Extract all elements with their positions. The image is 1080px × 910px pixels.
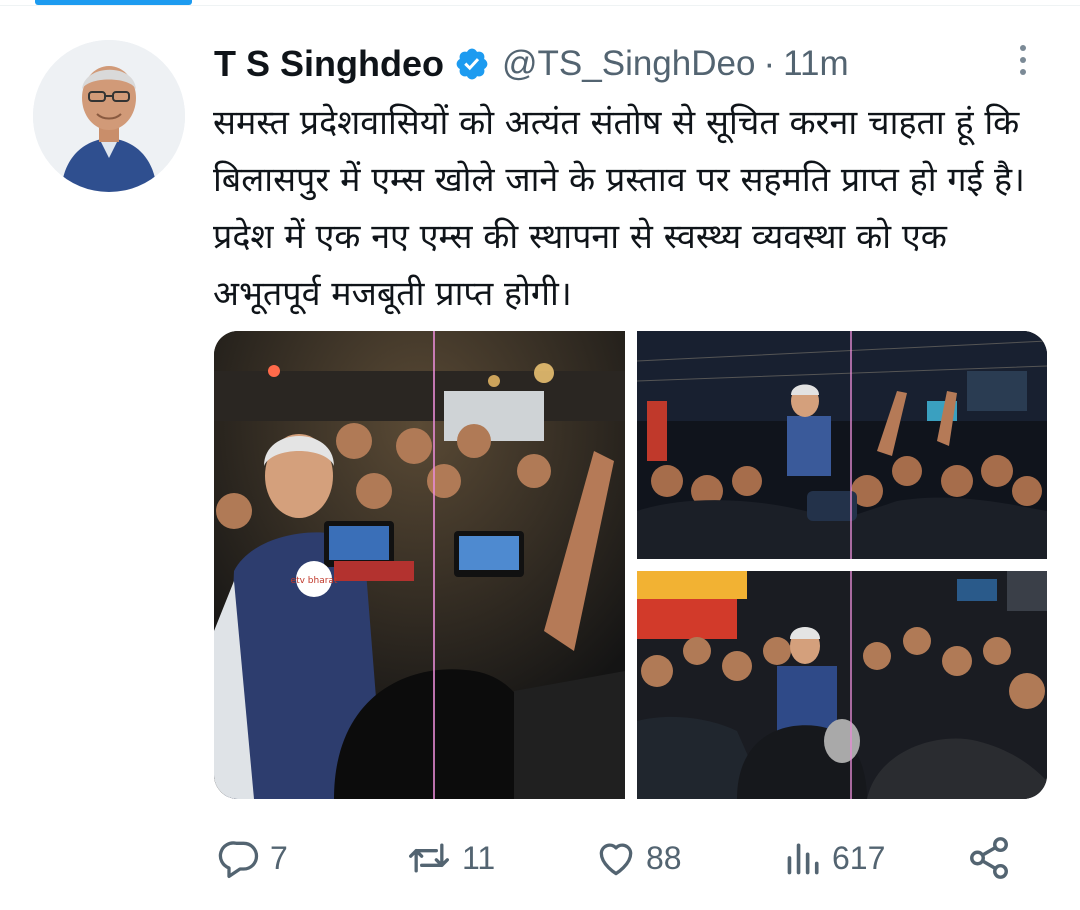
tweet-header: T S Singhdeo @TS_SinghDeo · 11m (214, 38, 849, 90)
tweet-text: समस्त प्रदेशवासियों को अत्यंत संतोष से स… (213, 103, 1025, 314)
tweet-timestamp[interactable]: 11m (783, 44, 849, 84)
mic-logo-label: etv bharat (291, 576, 338, 586)
top-divider (0, 5, 1080, 6)
retweet-button[interactable]: 11 (404, 830, 495, 886)
verified-badge-icon (454, 46, 490, 82)
reply-button[interactable]: 7 (218, 830, 288, 886)
reply-icon (218, 836, 262, 880)
share-icon (966, 835, 1012, 881)
like-count: 88 (646, 839, 682, 876)
reply-count: 7 (270, 839, 288, 876)
retweet-icon (404, 836, 454, 880)
analytics-icon (784, 836, 824, 880)
heart-icon (594, 836, 638, 880)
tweet-actions-bar: 7 11 88 617 (0, 830, 1080, 890)
like-button[interactable]: 88 (594, 830, 682, 886)
avatar[interactable] (33, 40, 185, 192)
tweet-photo-1[interactable]: etv bharat (214, 331, 625, 799)
author-handle[interactable]: @TS_SinghDeo (502, 44, 755, 84)
more-options-icon[interactable] (1009, 40, 1037, 80)
retweet-count: 11 (462, 839, 496, 876)
tweet-photo-3[interactable] (637, 571, 1047, 799)
views-count: 617 (832, 839, 886, 876)
share-button[interactable] (966, 830, 1012, 886)
views-button[interactable]: 617 (784, 830, 885, 886)
separator-dot: · (763, 44, 776, 83)
author-name[interactable]: T S Singhdeo (214, 43, 444, 85)
tweet-photo-2[interactable] (637, 331, 1047, 559)
